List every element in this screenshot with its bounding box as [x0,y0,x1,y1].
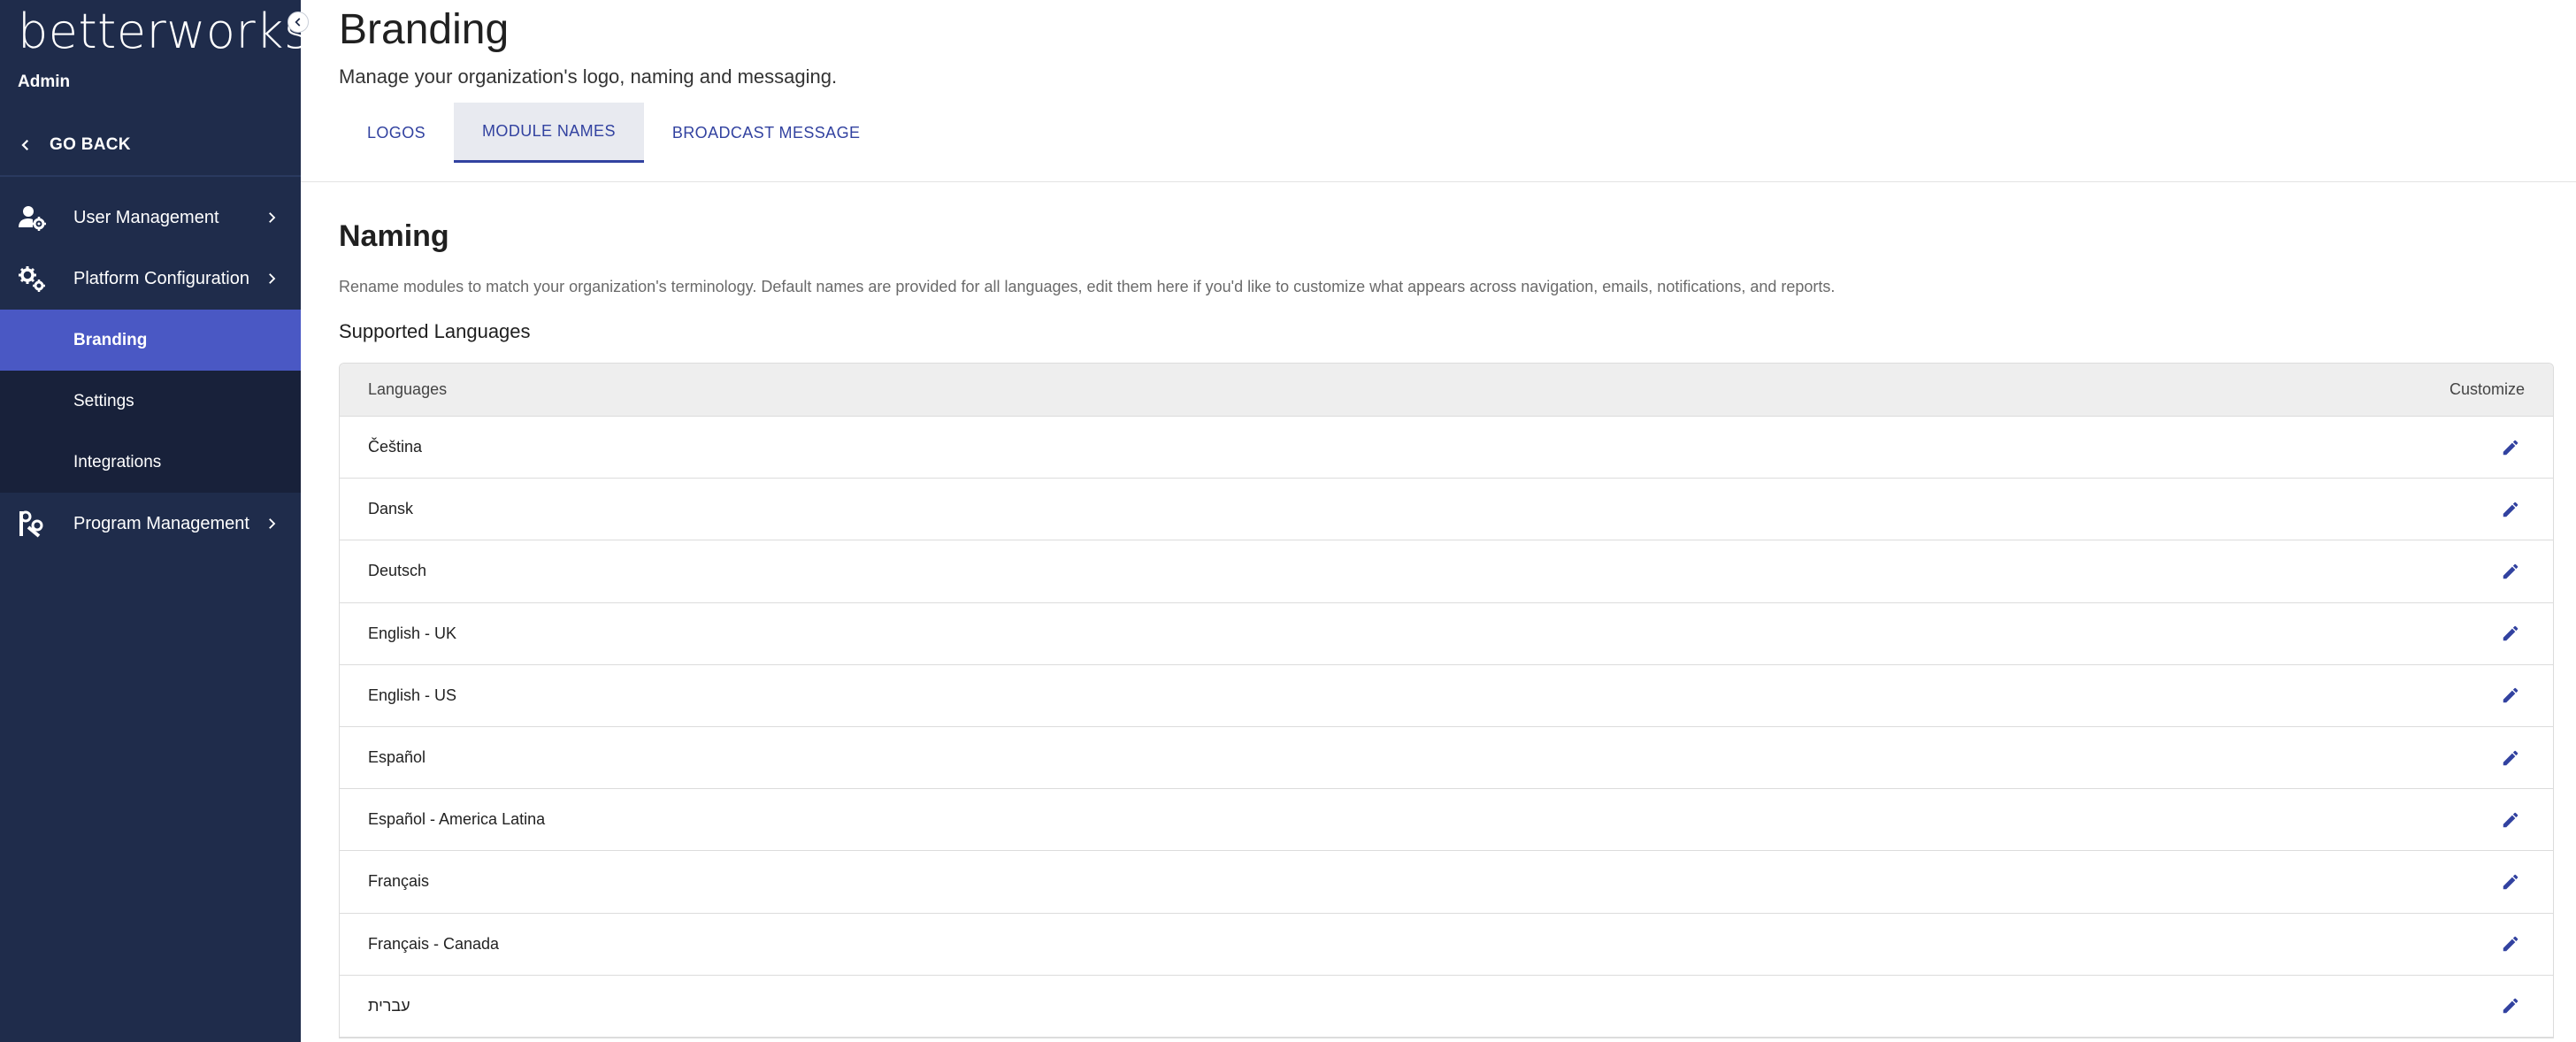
go-back-button[interactable]: GO BACK [18,129,131,161]
sidebar-item-platform-configuration[interactable]: Platform Configuration [0,249,301,309]
page-title: Branding [339,6,510,53]
sidebar-item-label: User Management [73,207,219,227]
language-name: English - UK [368,624,457,642]
supported-languages-title: Supported Languages [339,320,531,342]
column-header-customize: Customize [2449,380,2525,398]
language-name: Dansk [368,500,414,518]
pencil-icon [2503,812,2518,827]
table-row: English - UK [340,602,2553,665]
pencil-icon [2503,563,2518,579]
edit-button[interactable] [2495,742,2526,774]
sidebar-item-integrations[interactable]: Integrations [0,432,301,493]
table-header: Languages Customize [340,364,2553,417]
chevron-right-icon [269,212,276,223]
table-row: Dansk [340,479,2553,541]
tab-bar: LOGOS MODULE NAMES BROADCAST MESSAGE [339,103,888,163]
gears-icon [19,266,45,292]
sidebar-item-program-management[interactable]: Program Management [0,494,301,554]
section-description: Rename modules to match your organizatio… [339,278,1836,295]
edit-button[interactable] [2495,679,2526,711]
language-name: Deutsch [368,562,427,580]
edit-button[interactable] [2495,617,2526,649]
sidebar-item-label: Program Management [73,513,249,533]
pencil-icon [2503,750,2518,765]
edit-button[interactable] [2495,494,2526,525]
edit-button[interactable] [2495,990,2526,1022]
pencil-icon [2503,625,2518,641]
sidebar-item-user-management[interactable]: User Management [0,188,301,248]
sidebar-item-label: Branding [73,330,148,349]
tools-icon [19,510,43,538]
betterworks-logo[interactable]: betterworks [18,4,310,59]
table-row: Español - America Latina [340,789,2553,852]
go-back-label: GO BACK [50,135,131,154]
table-row: English - US [340,664,2553,727]
sidebar-item-label: Platform Configuration [73,268,249,288]
sidebar-item-label: Settings [73,391,134,410]
page-subtitle: Manage your organization's logo, naming … [339,65,838,88]
table-row: עברית [340,975,2553,1038]
pencil-icon [2503,874,2518,890]
tab-module-names[interactable]: MODULE NAMES [454,103,644,163]
table-row: Français [340,851,2553,914]
tab-broadcast-message[interactable]: BROADCAST MESSAGE [644,103,889,163]
table-row: Deutsch [340,540,2553,603]
pencil-icon [2503,999,2518,1014]
chevron-left-icon [21,139,29,151]
language-name: English - US [368,686,457,704]
user-gear-icon [19,206,46,231]
pencil-icon [2503,502,2518,517]
table-row: Čeština [340,417,2553,479]
edit-button[interactable] [2495,804,2526,836]
language-name: Čeština [368,438,423,456]
sidebar: betterworks Admin GO BACK User Managemen… [0,0,309,1042]
language-name: Français [368,872,430,891]
divider [0,175,301,177]
section-title: Naming [339,219,449,253]
column-header-languages: Languages [368,380,448,398]
table-row: Français - Canada [340,913,2553,976]
sidebar-item-settings[interactable]: Settings [0,371,301,432]
divider [301,181,2576,182]
edit-button[interactable] [2495,432,2526,464]
language-name: Español - America Latina [368,810,546,829]
role-label: Admin [18,73,71,91]
pencil-icon [2503,936,2518,952]
chevron-right-icon [269,273,276,284]
edit-button[interactable] [2495,555,2526,587]
table-row: Español [340,726,2553,790]
language-name: עברית [368,996,410,1015]
language-name: Español [368,748,426,767]
languages-table: Languages Customize Čeština Dansk Deutsch E… [339,363,2554,1038]
edit-button[interactable] [2495,928,2526,960]
sidebar-item-label: Integrations [73,452,162,471]
edit-button[interactable] [2495,866,2526,898]
chevron-right-icon [269,518,276,529]
sidebar-item-branding[interactable]: Branding [0,310,301,371]
tab-logos[interactable]: LOGOS [339,103,454,163]
pencil-icon [2503,440,2518,455]
language-name: Français - Canada [368,934,500,953]
pencil-icon [2503,688,2518,703]
main-content: Branding Manage your organization's logo… [301,0,2576,1042]
